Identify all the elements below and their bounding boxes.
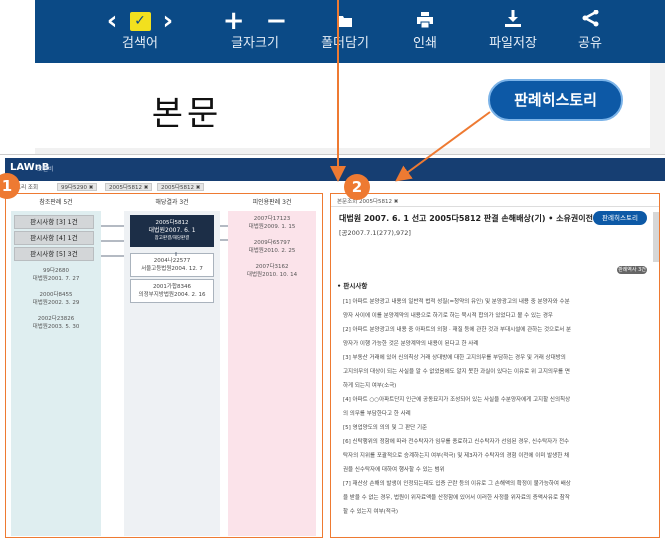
case-title: 대법원 2007. 6. 1 선고 2005다5812 판결 손해배상(기) •… [339, 214, 616, 223]
plus-minus-icon: + − [215, 8, 295, 34]
toolbar-label: 폴더담기 [321, 36, 369, 51]
history-screenshot: LAWnB 로앤비 스토리 조회 99다5290 ✖ 2005다5812 ✖ 2… [0, 154, 665, 538]
share-button[interactable]: 공유 [560, 0, 620, 63]
holding-line: 고지의무의 대상이 되는 사실을 알 수 없었음에도 알지 못한 과실이 있다는… [343, 369, 570, 375]
divider [331, 206, 659, 207]
holding-line: [2] 아파트 분양광고의 내용 중 아파트의 외형 · 재질 등에 관한 것과… [343, 327, 572, 333]
case-date: 대법원2003. 5. 30 [32, 324, 80, 330]
chevron-left-icon[interactable]: ‹ [107, 8, 118, 34]
check-icon[interactable]: ✓ [129, 12, 151, 31]
holding-line: 을 받을 수 없는 경우, 법원이 위자료액을 산정함에 있어서 이러한 사정을… [343, 495, 570, 501]
history-count-badge: 판례역사 3건 [617, 266, 647, 274]
case-number: 2002다23826 [37, 316, 75, 322]
case-source: [공2007.7.1(277),972] [339, 229, 411, 237]
breadcrumb-tabs: 스토리 조회 99다5290 ✖ 2005다5812 ✖ 2005다5812 ✖ [5, 183, 665, 192]
case-item[interactable]: 2002다23826 대법원2003. 5. 30 [11, 315, 101, 331]
breadcrumb-tab[interactable]: 2005다5812 ✖ [105, 183, 153, 191]
holding-line: 할 수 있는지 여부(적극) [343, 509, 399, 515]
print-button[interactable]: 인쇄 [395, 0, 455, 63]
toolbar-label: 검색어 [122, 36, 158, 51]
case-history-button[interactable]: 판례히스토리 [593, 211, 647, 225]
gutter [650, 63, 665, 158]
minus-icon[interactable]: − [265, 6, 287, 36]
app-bar: LAWnB 로앤비 [5, 158, 665, 181]
callout-badge-2: 2 [344, 174, 370, 200]
save-file-button[interactable]: 파일저장 [473, 0, 553, 63]
toolbar-label: 인쇄 [413, 36, 437, 51]
folder-icon [307, 10, 383, 32]
share-icon [560, 9, 620, 32]
holding-line: [7] 재산상 손해의 발생이 인정되는데도 입증 곤란 등의 이유로 그 손해… [343, 481, 571, 487]
search-term-button[interactable]: ‹ ✓ › 검색어 [85, 0, 195, 63]
body-title: 본문 [151, 94, 223, 134]
connector-lines [101, 225, 228, 257]
holding-line: [6] 신탁행위의 정함에 따라 전수탁자가 임무를 종료하고 신수탁자가 선임… [343, 439, 570, 445]
toolbar-label: 파일저장 [489, 36, 537, 51]
scrollbar[interactable] [653, 212, 659, 262]
logo-subtitle: 로앤비 [37, 166, 54, 173]
holding-line: [5] 영업양도의 의의 및 그 판단 기준 [343, 425, 428, 431]
download-icon [473, 10, 553, 32]
holding-line: 탁자의 지위를 포괄적으로 승계하는지 여부(적극) 및 제3자가 수탁자의 경… [343, 453, 570, 459]
breadcrumb-tab[interactable]: 2005다5812 ✖ [157, 183, 205, 191]
holding-line: [3] 부동산 거래에 있어 신의칙상 거래 상대방에 대한 고지의무를 부담하… [343, 355, 566, 361]
folder-button[interactable]: 폴더담기 [307, 0, 383, 63]
panel-tab[interactable]: 본문조회 2005다5812 ✖ [337, 197, 398, 205]
toolbar: ‹ ✓ › 검색어 + − 글자크기 폴더담기 인쇄 파일저장 공유 [35, 0, 665, 63]
holding-line: 양자 사이에 이를 분양계약의 내용으로 하기로 하는 묵시적 합의가 있었다고… [343, 313, 553, 319]
holding-line: 양자가 이행 가능한 것은 분양계약의 내용이 된다고 한 사례 [343, 341, 479, 347]
section-heading: • 판시사항 [337, 282, 368, 290]
history-tree-panel: 참조판례 5건 해당결과 3건 피인용판례 3건 판시사항 [3] 1건 판시사… [5, 193, 323, 538]
toolbar-label: 공유 [578, 36, 602, 51]
plus-icon[interactable]: + [223, 6, 245, 36]
holding-line: 권을 신수탁자에 대하여 행사할 수 있는 범위 [343, 467, 445, 473]
holding-line: 의 의무를 부담한다고 한 사례 [343, 411, 411, 417]
font-size-button[interactable]: + − 글자크기 [215, 0, 295, 63]
holding-line: 하게 되는지 여부(소극) [343, 383, 397, 389]
chevrons-check-icon: ‹ ✓ › [85, 8, 195, 34]
chevron-right-icon[interactable]: › [163, 8, 174, 34]
holdings-text: [1] 아파트 분양광고 내용의 일반적 법적 성질(=청약의 유인) 및 분양… [343, 295, 649, 519]
toolbar-label: 글자크기 [231, 36, 279, 51]
case-text-panel: 본문조회 2005다5812 ✖ 대법원 2007. 6. 1 선고 2005다… [330, 193, 660, 538]
holding-line: [1] 아파트 분양광고 내용의 일반적 법적 성질(=청약의 유인) 및 분양… [343, 299, 570, 305]
breadcrumb-tab[interactable]: 99다5290 ✖ [57, 183, 98, 191]
case-history-button[interactable]: 판례히스토리 [488, 79, 623, 121]
print-icon [395, 10, 455, 32]
holding-line: [4] 아파트 ○○아파트단지 인근에 공동묘지가 조성되어 있는 사실을 수분… [343, 397, 571, 403]
